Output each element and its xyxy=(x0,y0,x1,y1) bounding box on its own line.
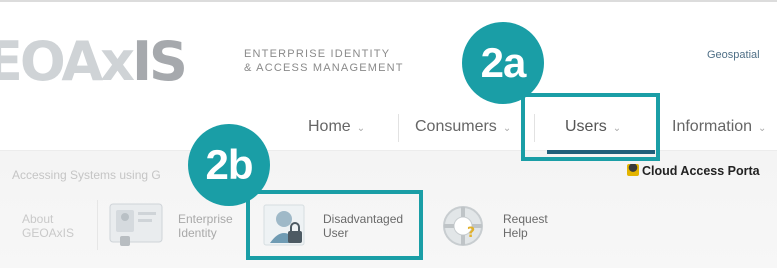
cloud-access-portal-link[interactable]: Cloud Access Porta xyxy=(627,164,760,178)
nav-information-label: Information xyxy=(672,118,753,135)
accessing-systems-text: Accessing Systems using G xyxy=(12,168,161,182)
nav-information[interactable]: Information ⌄ xyxy=(672,104,766,150)
tile-enterprise-line1: Enterprise xyxy=(178,212,233,226)
screenshot-frame: EOAxIS ENTERPRISE IDENTITY & ACCESS MANA… xyxy=(0,0,777,268)
geoaxis-logo[interactable]: EOAxIS xyxy=(0,35,188,89)
tagline-line2: & ACCESS MANAGEMENT xyxy=(244,62,404,74)
user-pin-icon xyxy=(627,164,639,176)
chevron-down-icon: ⌄ xyxy=(502,123,512,134)
tile-request-line2: Help xyxy=(503,226,528,240)
cloud-access-portal-label: Cloud Access Porta xyxy=(642,164,760,178)
geospatial-link[interactable]: Geospatial xyxy=(707,49,760,61)
nav-divider xyxy=(398,114,399,142)
logo-tagline: ENTERPRISE IDENTITY & ACCESS MANAGEMENT xyxy=(244,47,404,75)
tile-enterprise-identity[interactable]: Enterprise Identity xyxy=(178,212,233,240)
nav-bottom-border xyxy=(0,150,777,151)
callout-2a-badge: 2a xyxy=(462,22,544,104)
tile-about-line1: About xyxy=(22,212,54,226)
tile-about-geoaxis[interactable]: About GEOAxIS xyxy=(22,212,74,240)
svg-text:?: ? xyxy=(467,225,475,241)
logo-accent-text: IS xyxy=(131,30,188,93)
enterprise-identity-icon xyxy=(109,203,163,246)
top-border xyxy=(0,0,777,2)
callout-2a-highlight xyxy=(521,93,660,161)
tile-request-help[interactable]: Request Help xyxy=(503,212,548,240)
tagline-line1: ENTERPRISE IDENTITY xyxy=(244,48,391,60)
chevron-down-icon: ⌄ xyxy=(758,123,767,134)
nav-home-label: Home xyxy=(308,118,351,135)
tile-divider xyxy=(97,200,98,250)
nav-consumers-label: Consumers xyxy=(415,118,497,135)
nav-home[interactable]: Home ⌄ xyxy=(308,104,365,150)
nav-consumers[interactable]: Consumers ⌄ xyxy=(415,104,511,150)
callout-2b-highlight xyxy=(246,190,423,260)
callout-2b-badge: 2b xyxy=(188,124,270,206)
chevron-down-icon: ⌄ xyxy=(356,123,366,134)
logo-main-text: EOAx xyxy=(0,30,135,93)
lifebuoy-help-icon: ? xyxy=(443,206,483,246)
tile-request-line1: Request xyxy=(503,212,548,226)
tile-about-line2: GEOAxIS xyxy=(22,226,75,240)
tile-enterprise-line2: Identity xyxy=(178,226,217,240)
